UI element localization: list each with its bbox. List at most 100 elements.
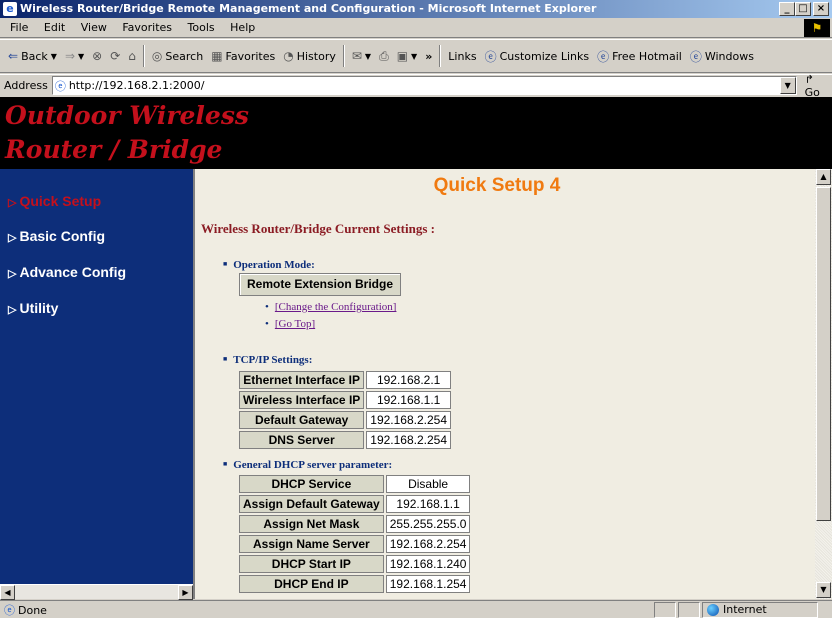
table-row: Default Gateway 192.168.2.254 [239, 411, 452, 429]
status-label: Done [18, 603, 47, 617]
search-label: Search [165, 49, 204, 63]
edit-icon: ▣ [396, 49, 409, 63]
address-label: Address [4, 79, 48, 92]
stop-button[interactable]: ⊗ [88, 45, 106, 67]
menu-help[interactable]: Help [224, 18, 261, 38]
zone-label: Internet [723, 603, 767, 616]
dhcp-table: DHCP Service Disable Assign Default Gatew… [237, 473, 473, 595]
change-configuration-label[interactable]: [Change the Configuration] [275, 301, 397, 313]
operation-mode-value: Remote Extension Bridge [239, 273, 401, 296]
security-zone: Internet [702, 601, 818, 618]
ie-app-icon: e [3, 2, 17, 16]
link-customize-links[interactable]: ⓔ Customize Links [481, 45, 594, 67]
link-free-hotmail[interactable]: ⓔ Free Hotmail [593, 45, 686, 67]
home-button[interactable]: ⌂ [124, 45, 140, 67]
row-key: DHCP Start IP [239, 555, 384, 573]
refresh-button[interactable]: ⟳ [106, 45, 124, 67]
maximize-button[interactable]: □ [795, 2, 811, 16]
section-heading: Wireless Router/Bridge Current Settings … [201, 221, 435, 236]
scroll-up-icon[interactable]: ▲ [816, 169, 831, 185]
sidebar-item-label: Advance Config [19, 264, 127, 280]
forward-arrow-icon: ⇒ [64, 49, 75, 63]
minimize-button[interactable]: _ [779, 2, 795, 16]
back-button[interactable]: ⇐ Back ▼ [4, 45, 61, 67]
address-url[interactable]: http://192.168.2.1:2000/ [69, 79, 205, 92]
go-button[interactable]: ↱ Go [805, 73, 832, 99]
ie-page-icon: ⓔ [54, 79, 66, 93]
scroll-down-icon[interactable]: ▼ [816, 582, 831, 598]
search-button[interactable]: ◎ Search [148, 45, 207, 67]
tcpip-heading: TCP/IP Settings: [223, 354, 312, 366]
row-value: 192.168.1.240 [385, 555, 471, 573]
triangle-right-icon: ▷ [8, 304, 17, 316]
customize-links-label: Customize Links [499, 49, 590, 63]
menu-bar: File Edit View Favorites Tools Help ⚑ [0, 18, 832, 38]
menu-edit[interactable]: Edit [38, 18, 71, 38]
address-input[interactable]: ⓔ http://192.168.2.1:2000/ ▼ [51, 76, 797, 95]
go-top-link[interactable]: [Go Top] [265, 318, 315, 330]
address-dropdown-icon[interactable]: ▼ [779, 77, 796, 94]
scroll-left-icon[interactable]: ◀ [0, 585, 15, 600]
go-top-label[interactable]: [Go Top] [275, 318, 315, 330]
mail-button[interactable]: ✉ ▼ [348, 45, 375, 67]
forward-dropdown-icon[interactable]: ▼ [78, 52, 84, 61]
forward-button[interactable]: ⇒ ▼ [61, 45, 88, 67]
free-hotmail-label: Free Hotmail [612, 49, 682, 63]
close-button[interactable]: × [813, 2, 829, 16]
link-windows[interactable]: ⓔ Windows [686, 45, 758, 67]
row-key: Assign Net Mask [239, 515, 384, 533]
print-button[interactable]: ⎙ [375, 45, 393, 67]
header-banner: Outdoor Wireless Router / Bridge [0, 97, 832, 169]
sidebar-item-quick-setup[interactable]: ▷ Quick Setup [8, 193, 101, 209]
table-row: DNS Server 192.168.2.254 [239, 431, 452, 449]
row-key: Ethernet Interface IP [239, 371, 365, 389]
table-row: Assign Default Gateway 192.168.1.1 [239, 495, 471, 513]
row-value: 192.168.2.254 [366, 431, 452, 449]
row-key: DNS Server [239, 431, 365, 449]
row-value: 192.168.1.254 [385, 575, 471, 593]
row-key: Default Gateway [239, 411, 365, 429]
row-key: DHCP Service [239, 475, 384, 493]
ie-page-icon: ⓔ [689, 49, 702, 64]
menu-tools[interactable]: Tools [182, 18, 221, 38]
favorites-button[interactable]: ▦ Favorites [207, 45, 279, 67]
vertical-scrollbar[interactable]: ▲ ▼ [815, 169, 832, 599]
dhcp-heading: General DHCP server parameter: [223, 459, 392, 471]
toolbar-overflow-chevron[interactable]: » [421, 45, 436, 67]
back-dropdown-icon[interactable]: ▼ [51, 52, 57, 61]
window-controls: _ □ × [779, 2, 829, 16]
menu-favorites[interactable]: Favorites [116, 18, 178, 38]
window-title-bar[interactable]: e Wireless Router/Bridge Remote Manageme… [0, 0, 832, 18]
windows-logo-icon: ⚑ [804, 19, 830, 37]
triangle-right-icon: ▷ [8, 197, 17, 209]
change-configuration-link[interactable]: [Change the Configuration] [265, 301, 397, 313]
menu-view[interactable]: View [75, 18, 113, 38]
row-value: 192.168.1.1 [366, 391, 452, 409]
history-label: History [296, 49, 336, 63]
operation-mode-heading: Operation Mode: [223, 259, 315, 271]
mail-dropdown-icon: ▼ [364, 51, 372, 61]
table-row: Ethernet Interface IP 192.168.2.1 [239, 371, 452, 389]
scroll-right-icon[interactable]: ▶ [178, 585, 193, 600]
menu-file[interactable]: File [4, 18, 34, 38]
toolbar-separator [142, 45, 145, 67]
sidebar-horizontal-scrollbar[interactable]: ◀ ▶ [0, 584, 193, 600]
banner-title: Outdoor Wireless Router / Bridge [5, 101, 249, 164]
edit-button[interactable]: ▣ ▼ [393, 45, 422, 67]
scrollbar-thumb[interactable] [816, 187, 831, 521]
window-title: Wireless Router/Bridge Remote Management… [20, 2, 597, 15]
row-value: 192.168.2.254 [385, 535, 471, 553]
sidebar-item-utility[interactable]: ▷ Utility [8, 300, 58, 316]
back-arrow-icon: ⇐ [8, 49, 19, 63]
sidebar-item-label: Quick Setup [19, 193, 102, 209]
sidebar-item-advance-config[interactable]: ▷ Advance Config [8, 264, 126, 280]
refresh-icon: ⟳ [110, 49, 121, 63]
page-title: Quick Setup 4 [433, 175, 561, 196]
row-key: Wireless Interface IP [239, 391, 365, 409]
row-value: 192.168.2.1 [366, 371, 452, 389]
sidebar-item-basic-config[interactable]: ▷ Basic Config [8, 228, 105, 244]
ie-page-icon: ⓔ [597, 49, 610, 64]
history-button[interactable]: ◔ History [279, 45, 340, 67]
search-icon: ◎ [151, 49, 163, 63]
table-row: DHCP End IP 192.168.1.254 [239, 575, 471, 593]
